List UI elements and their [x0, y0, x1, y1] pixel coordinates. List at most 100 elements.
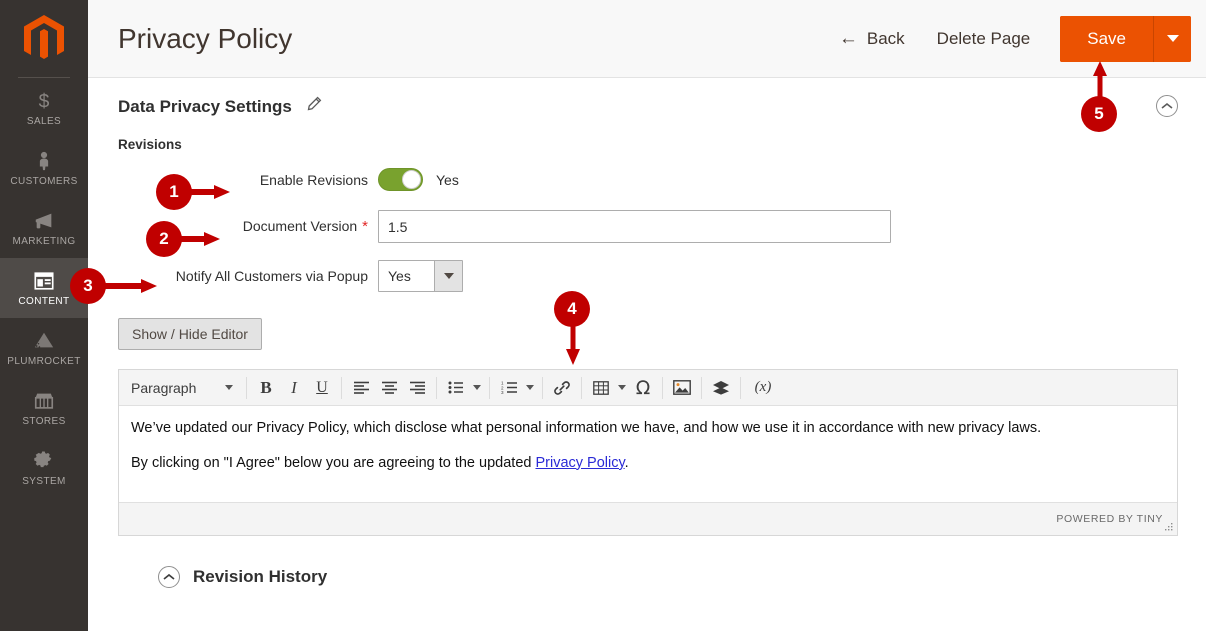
italic-icon[interactable]: I	[280, 374, 308, 402]
toolbar-divider	[489, 376, 490, 399]
numbered-list-icon[interactable]: 1 2 3	[495, 374, 523, 402]
toolbar-divider	[246, 376, 247, 399]
annotation-2: 2	[146, 221, 220, 257]
annotation-badge: 5	[1081, 96, 1117, 132]
save-dropdown-button[interactable]	[1153, 15, 1191, 62]
editor-status-bar: POWERED BY TINY	[119, 503, 1177, 535]
align-left-icon[interactable]	[347, 374, 375, 402]
save-button-group: Save	[1060, 15, 1191, 62]
annotation-badge: 4	[554, 291, 590, 327]
sidebar-item-sales[interactable]: $ SALES	[0, 78, 88, 138]
underline-icon[interactable]: U	[308, 374, 336, 402]
bullet-list-dropdown-icon[interactable]	[470, 374, 484, 402]
align-right-icon[interactable]	[403, 374, 431, 402]
arrow-right-icon	[179, 232, 220, 246]
enable-revisions-toggle[interactable]	[378, 168, 423, 191]
sidebar-item-customers[interactable]: CUSTOMERS	[0, 138, 88, 198]
header-actions: ← Back Delete Page Save	[823, 0, 1206, 77]
svg-text:3: 3	[501, 390, 504, 394]
main-content: Data Privacy Settings Revisions Enable R…	[88, 78, 1206, 631]
sidebar-item-marketing[interactable]: MARKETING	[0, 198, 88, 258]
magento-logo-area[interactable]	[0, 0, 88, 78]
bold-icon[interactable]: B	[252, 374, 280, 402]
layout-icon	[34, 271, 54, 290]
page-header: Privacy Policy ← Back Delete Page Save	[88, 0, 1206, 78]
editor-toolbar: Paragraph B I U 1 2 3 Ω (x)	[119, 370, 1177, 406]
sidebar-item-plumrocket[interactable]: PLUMROCKET	[0, 318, 88, 378]
magento-logo	[24, 15, 64, 59]
sidebar-item-stores[interactable]: STORES	[0, 378, 88, 438]
sidebar-item-label: SALES	[26, 115, 62, 127]
pyramid-icon	[34, 332, 54, 348]
document-version-input[interactable]	[378, 210, 891, 243]
toggle-knob	[402, 170, 421, 189]
back-button[interactable]: ← Back	[823, 29, 921, 49]
sidebar-item-label: MARKETING	[12, 235, 76, 247]
notify-popup-value: Yes	[388, 268, 411, 284]
chevron-down-icon	[443, 273, 454, 279]
back-button-label: Back	[866, 28, 905, 48]
revision-history-section[interactable]: Revision History	[158, 566, 1206, 588]
numbered-list-dropdown-icon[interactable]	[523, 374, 537, 402]
section-header: Data Privacy Settings	[88, 78, 1206, 117]
revision-history-title: Revision History	[193, 567, 328, 586]
field-enable-revisions: Enable Revisions Yes	[88, 168, 1206, 191]
bullet-list-icon[interactable]	[442, 374, 470, 402]
save-button[interactable]: Save	[1060, 15, 1153, 62]
show-hide-editor-button[interactable]: Show / Hide Editor	[118, 318, 262, 350]
section-title: Data Privacy Settings	[118, 96, 292, 116]
chevron-down-icon	[526, 385, 534, 390]
resize-grip-icon[interactable]	[1163, 522, 1174, 533]
align-center-icon[interactable]	[375, 374, 403, 402]
editor-paragraph-2-before: By clicking on "I Agree" below you are a…	[131, 454, 536, 471]
insert-widget-icon[interactable]	[707, 374, 735, 402]
megaphone-icon	[35, 213, 52, 228]
arrow-right-icon	[189, 185, 230, 199]
delete-page-button[interactable]: Delete Page	[921, 29, 1047, 49]
annotation-1: 1	[156, 174, 230, 210]
document-version-label-text: Document Version	[242, 218, 358, 234]
table-dropdown-icon[interactable]	[615, 374, 629, 402]
format-select-value: Paragraph	[131, 379, 197, 396]
pencil-icon[interactable]	[306, 96, 322, 117]
chevron-up-circle-icon[interactable]	[158, 566, 180, 588]
link-icon[interactable]	[548, 374, 576, 402]
chevron-up-circle-icon	[1156, 95, 1178, 117]
annotation-3: 3	[70, 268, 157, 304]
arrow-down-icon	[566, 324, 580, 365]
section-collapse-toggle[interactable]	[1156, 95, 1178, 117]
chevron-down-icon	[618, 385, 626, 390]
sidebar-item-label: PLUMROCKET	[7, 355, 81, 367]
document-version-label: Document Version *	[88, 218, 378, 235]
toolbar-divider	[662, 376, 663, 399]
toolbar-divider	[436, 376, 437, 399]
page-title: Privacy Policy	[118, 22, 293, 54]
special-character-icon[interactable]: Ω	[629, 374, 657, 402]
table-icon[interactable]	[587, 374, 615, 402]
notify-popup-dropdown-button[interactable]	[434, 261, 462, 291]
toolbar-divider	[740, 376, 741, 399]
sidebar-item-label: SYSTEM	[22, 475, 66, 487]
format-select[interactable]: Paragraph	[123, 374, 241, 402]
notify-popup-select[interactable]: Yes	[378, 260, 463, 292]
arrow-left-icon: ←	[838, 28, 858, 49]
powered-by-label: POWERED BY TINY	[1056, 513, 1163, 525]
field-document-version: Document Version *	[88, 210, 1206, 243]
sidebar-item-label: CONTENT	[18, 295, 70, 307]
insert-image-icon[interactable]	[668, 374, 696, 402]
gear-icon	[34, 450, 52, 467]
chevron-down-icon	[473, 385, 481, 390]
required-marker: *	[362, 218, 368, 235]
toolbar-divider	[341, 376, 342, 399]
editor-content-area[interactable]: We’ve updated our Privacy Policy, which …	[119, 406, 1177, 503]
insert-variable-icon[interactable]: (x)	[746, 374, 780, 402]
admin-sidebar: $ SALES CUSTOMERS MARKETING CONTENT PLUM…	[0, 0, 88, 631]
arrow-up-icon	[1093, 61, 1107, 101]
revisions-group-label: Revisions	[118, 137, 182, 152]
editor-paragraph-1: We’ve updated our Privacy Policy, which …	[131, 420, 1042, 436]
annotation-badge: 1	[156, 174, 192, 210]
sidebar-item-system[interactable]: SYSTEM	[0, 438, 88, 498]
annotation-badge: 2	[146, 221, 182, 257]
privacy-policy-link[interactable]: Privacy Policy	[535, 455, 624, 471]
person-icon	[39, 151, 49, 170]
